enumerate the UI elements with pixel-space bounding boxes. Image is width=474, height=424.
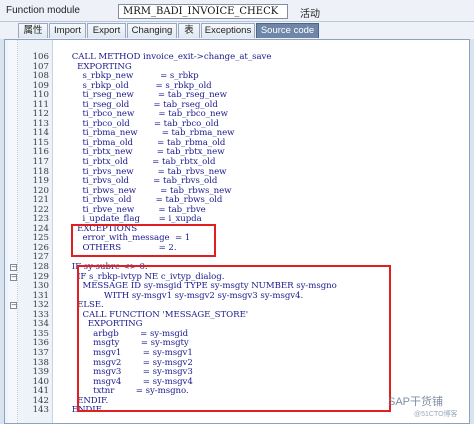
function-module-label: Function module <box>6 5 80 16</box>
source-code-editor[interactable]: 106 CALL METHOD invoice_exit->change_at_… <box>4 39 470 424</box>
code-text: ENDIF. <box>61 405 103 416</box>
fold-toggle-icon[interactable]: − <box>10 273 17 281</box>
tab-import[interactable]: Import <box>49 23 86 38</box>
watermark-sub: @51CTO博客 <box>414 411 458 418</box>
code-lines: 106 CALL METHOD invoice_exit->change_at_… <box>5 52 469 416</box>
tab-tables[interactable]: 表 <box>178 23 200 38</box>
code-text: OTHERS = 2. <box>61 242 177 253</box>
tab-strip: 属性 Import Export Changing 表 Exceptions S… <box>0 22 474 39</box>
function-module-bar: Function module MRM_BADI_INVOICE_CHECK 活… <box>0 0 474 22</box>
tab-source-code[interactable]: Source code <box>256 23 319 38</box>
function-module-field[interactable]: MRM_BADI_INVOICE_CHECK <box>118 4 288 19</box>
watermark: SAP干货铺 <box>388 396 444 408</box>
fold-toggle-icon[interactable]: − <box>10 264 17 272</box>
line-number: 143 <box>32 405 49 416</box>
tab-attributes[interactable]: 属性 <box>18 23 48 38</box>
tab-export[interactable]: Export <box>87 23 126 38</box>
fold-toggle-icon[interactable]: − <box>10 302 17 310</box>
tab-exceptions[interactable]: Exceptions <box>201 23 255 38</box>
status-text: 活动 <box>300 9 320 20</box>
code-line[interactable]: 126 OTHERS = 2. <box>5 242 469 254</box>
tab-changing[interactable]: Changing <box>127 23 177 38</box>
